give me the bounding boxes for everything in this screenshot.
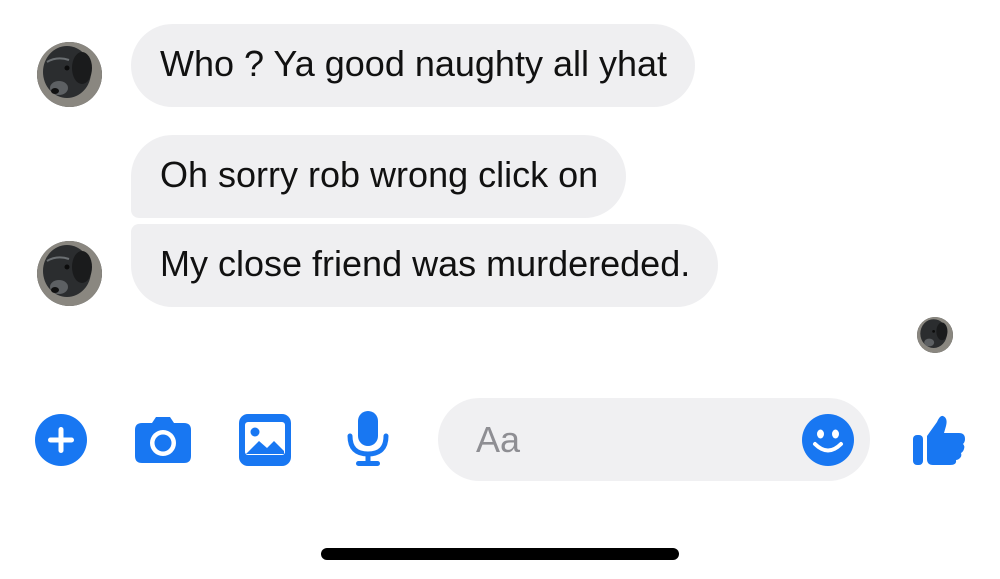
gallery-button[interactable] [239,414,291,466]
message-input[interactable] [474,416,798,464]
like-button[interactable] [912,412,966,466]
camera-icon [135,417,191,463]
message-bubble[interactable]: Who ? Ya good naughty all yhat [131,24,696,107]
add-button[interactable] [35,414,87,466]
camera-button[interactable] [134,416,192,464]
message-bubble[interactable]: My close friend was murdereded. [131,224,719,307]
message-composer[interactable] [438,398,870,481]
smiley-icon [802,414,854,466]
dog-avatar-image [37,241,102,306]
image-icon [239,414,291,466]
message-text: My close friend was murdereded. [160,243,691,284]
plus-icon [35,414,87,466]
message-text: Who ? Ya good naughty all yhat [160,43,668,84]
contact-avatar[interactable] [37,241,102,306]
dog-avatar-image [37,42,102,107]
voice-button[interactable] [347,411,389,467]
contact-avatar[interactable] [37,42,102,107]
dog-avatar-image [917,317,953,353]
message-bubble[interactable]: Oh sorry rob wrong click on [131,135,627,218]
read-receipt-avatar [917,317,953,353]
message-text: Oh sorry rob wrong click on [160,154,599,195]
home-indicator[interactable] [321,548,679,560]
emoji-button[interactable] [802,414,854,466]
thumbs-up-icon [913,415,965,465]
microphone-icon [347,411,389,466]
